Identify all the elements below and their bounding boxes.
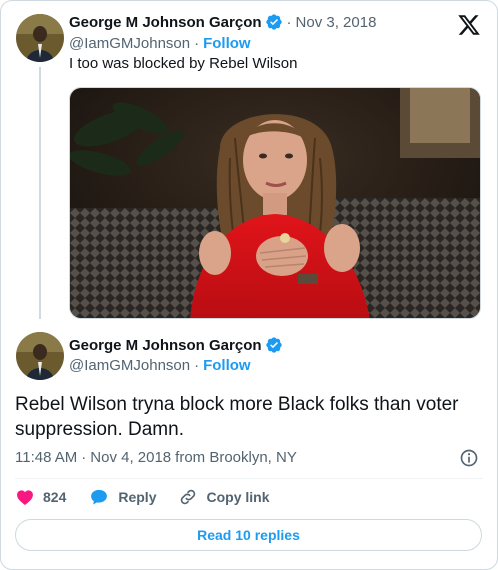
copy-link-label: Copy link	[206, 489, 270, 505]
heart-icon	[17, 490, 33, 505]
avatar[interactable]	[16, 332, 64, 380]
copy-link-button[interactable]: Copy link	[178, 487, 270, 507]
follow-button[interactable]: Follow	[203, 357, 251, 374]
separator-dot: ·	[194, 35, 200, 52]
info-icon[interactable]	[459, 448, 479, 468]
link-icon	[181, 489, 196, 505]
x-logo-icon[interactable]	[456, 13, 482, 37]
thread-connector-line	[39, 67, 41, 319]
like-count: 824	[43, 489, 67, 505]
tweet-media-photo[interactable]	[69, 87, 481, 319]
divider	[15, 478, 483, 479]
embedded-tweet-card: George M Johnson Garçon · Nov 3, 2018 @I…	[0, 0, 498, 570]
tweet-date[interactable]: Nov 3, 2018	[296, 14, 377, 31]
reply-bubble-icon	[91, 489, 108, 505]
separator-dot: ·	[81, 449, 87, 466]
like-button[interactable]: 824	[15, 487, 66, 507]
avatar[interactable]	[16, 14, 64, 62]
tweet-time[interactable]: 11:48 AM	[15, 449, 77, 466]
author-handle[interactable]: @IamGMJohnson	[69, 357, 190, 374]
follow-button[interactable]: Follow	[203, 35, 251, 52]
tweet-timestamp-row: 11:48 AM · Nov 4, 2018 from Brooklyn, NY	[15, 449, 297, 466]
read-replies-label: Read 10 replies	[197, 527, 300, 543]
tweet-location: from Brooklyn, NY	[175, 449, 297, 466]
quoted-tweet-text: I too was blocked by Rebel Wilson	[69, 55, 298, 72]
reply-button[interactable]: Reply	[88, 487, 156, 507]
verified-badge-icon	[265, 337, 282, 353]
handle-row: @IamGMJohnson · Follow	[69, 35, 251, 52]
verified-badge-icon	[265, 14, 282, 30]
tweet-text: Rebel Wilson tryna block more Black folk…	[15, 394, 459, 440]
handle-row: @IamGMJohnson · Follow	[69, 357, 251, 374]
author-handle[interactable]: @IamGMJohnson	[69, 35, 190, 52]
author-row: George M Johnson Garçon · Nov 3, 2018	[69, 13, 376, 31]
read-replies-button[interactable]: Read 10 replies	[15, 519, 482, 551]
author-row: George M Johnson Garçon	[69, 336, 283, 354]
separator-dot: ·	[286, 13, 292, 31]
author-name[interactable]: George M Johnson Garçon	[69, 14, 262, 31]
separator-dot: ·	[194, 357, 200, 374]
tweet-actions: 824 Reply Copy link	[15, 487, 292, 507]
reply-label: Reply	[118, 489, 157, 505]
author-name[interactable]: George M Johnson Garçon	[69, 337, 262, 354]
tweet-date[interactable]: Nov 4, 2018	[90, 449, 171, 466]
